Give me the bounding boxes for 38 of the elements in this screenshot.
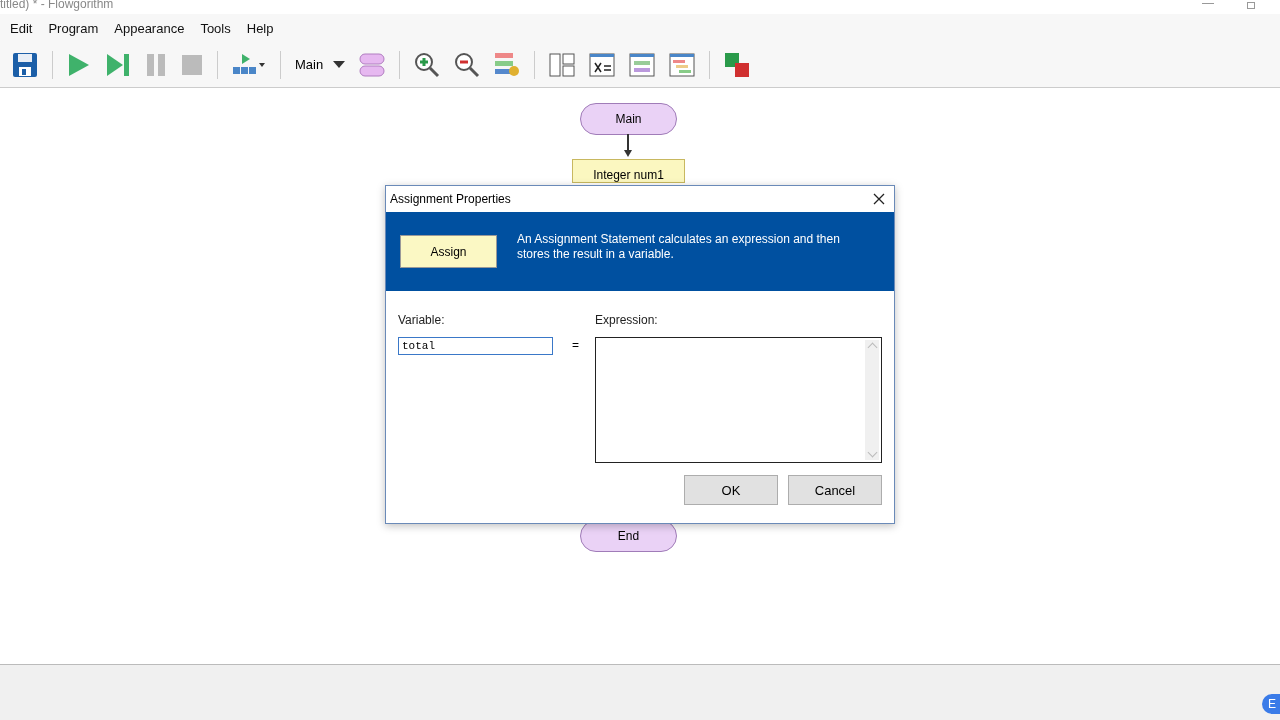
panels-icon[interactable] [549, 52, 576, 77]
window-title: titled) * - Flowgorithm [0, 0, 114, 10]
expression-field[interactable] [595, 337, 882, 463]
variable-label: Variable: [398, 313, 446, 327]
cancel-button[interactable]: Cancel [788, 475, 882, 505]
menu-item[interactable]: Program [40, 20, 107, 36]
variables-icon[interactable] [589, 52, 616, 77]
flow-arrow [623, 134, 633, 158]
language-indicator[interactable]: E [1262, 694, 1280, 714]
terminal-shape: Main [580, 103, 677, 135]
play-icon[interactable] [67, 51, 91, 78]
functions-icon[interactable] [359, 51, 386, 78]
menu-item[interactable]: Help [238, 20, 282, 36]
step-icon[interactable] [105, 51, 131, 78]
dialog-title: Assignment Properties [390, 192, 511, 206]
zoom-in-icon[interactable] [414, 51, 441, 78]
zoom-out-icon[interactable] [454, 51, 481, 78]
close-icon[interactable] [873, 193, 885, 205]
expression-label: Expression: [595, 313, 659, 327]
menu-item[interactable]: Tools [192, 20, 239, 36]
scrollbar[interactable] [865, 340, 879, 460]
description-text: An Assignment Statement calculates an expression and then stores the result in a variable. [517, 231, 841, 262]
save-icon[interactable] [12, 51, 38, 78]
function-selector[interactable]: Main [295, 57, 324, 72]
minimize-icon[interactable] [1202, 2, 1214, 6]
dropdown-caret-icon[interactable] [333, 60, 346, 69]
variable-field[interactable]: total [398, 337, 553, 355]
restore-icon[interactable] [1246, 1, 1256, 9]
assign-shape: Assign [400, 235, 497, 268]
chart-view-icon[interactable] [669, 52, 696, 77]
ok-button[interactable]: OK [684, 475, 778, 505]
console-icon[interactable] [629, 52, 656, 77]
equals-sign: = [572, 338, 579, 354]
menu-item[interactable]: Appearance [106, 20, 193, 36]
declare-shape: Integer num1 [572, 159, 685, 183]
stop-icon[interactable] [181, 53, 203, 76]
menu-item[interactable]: Edit [2, 20, 41, 36]
pause-icon[interactable] [145, 52, 167, 77]
